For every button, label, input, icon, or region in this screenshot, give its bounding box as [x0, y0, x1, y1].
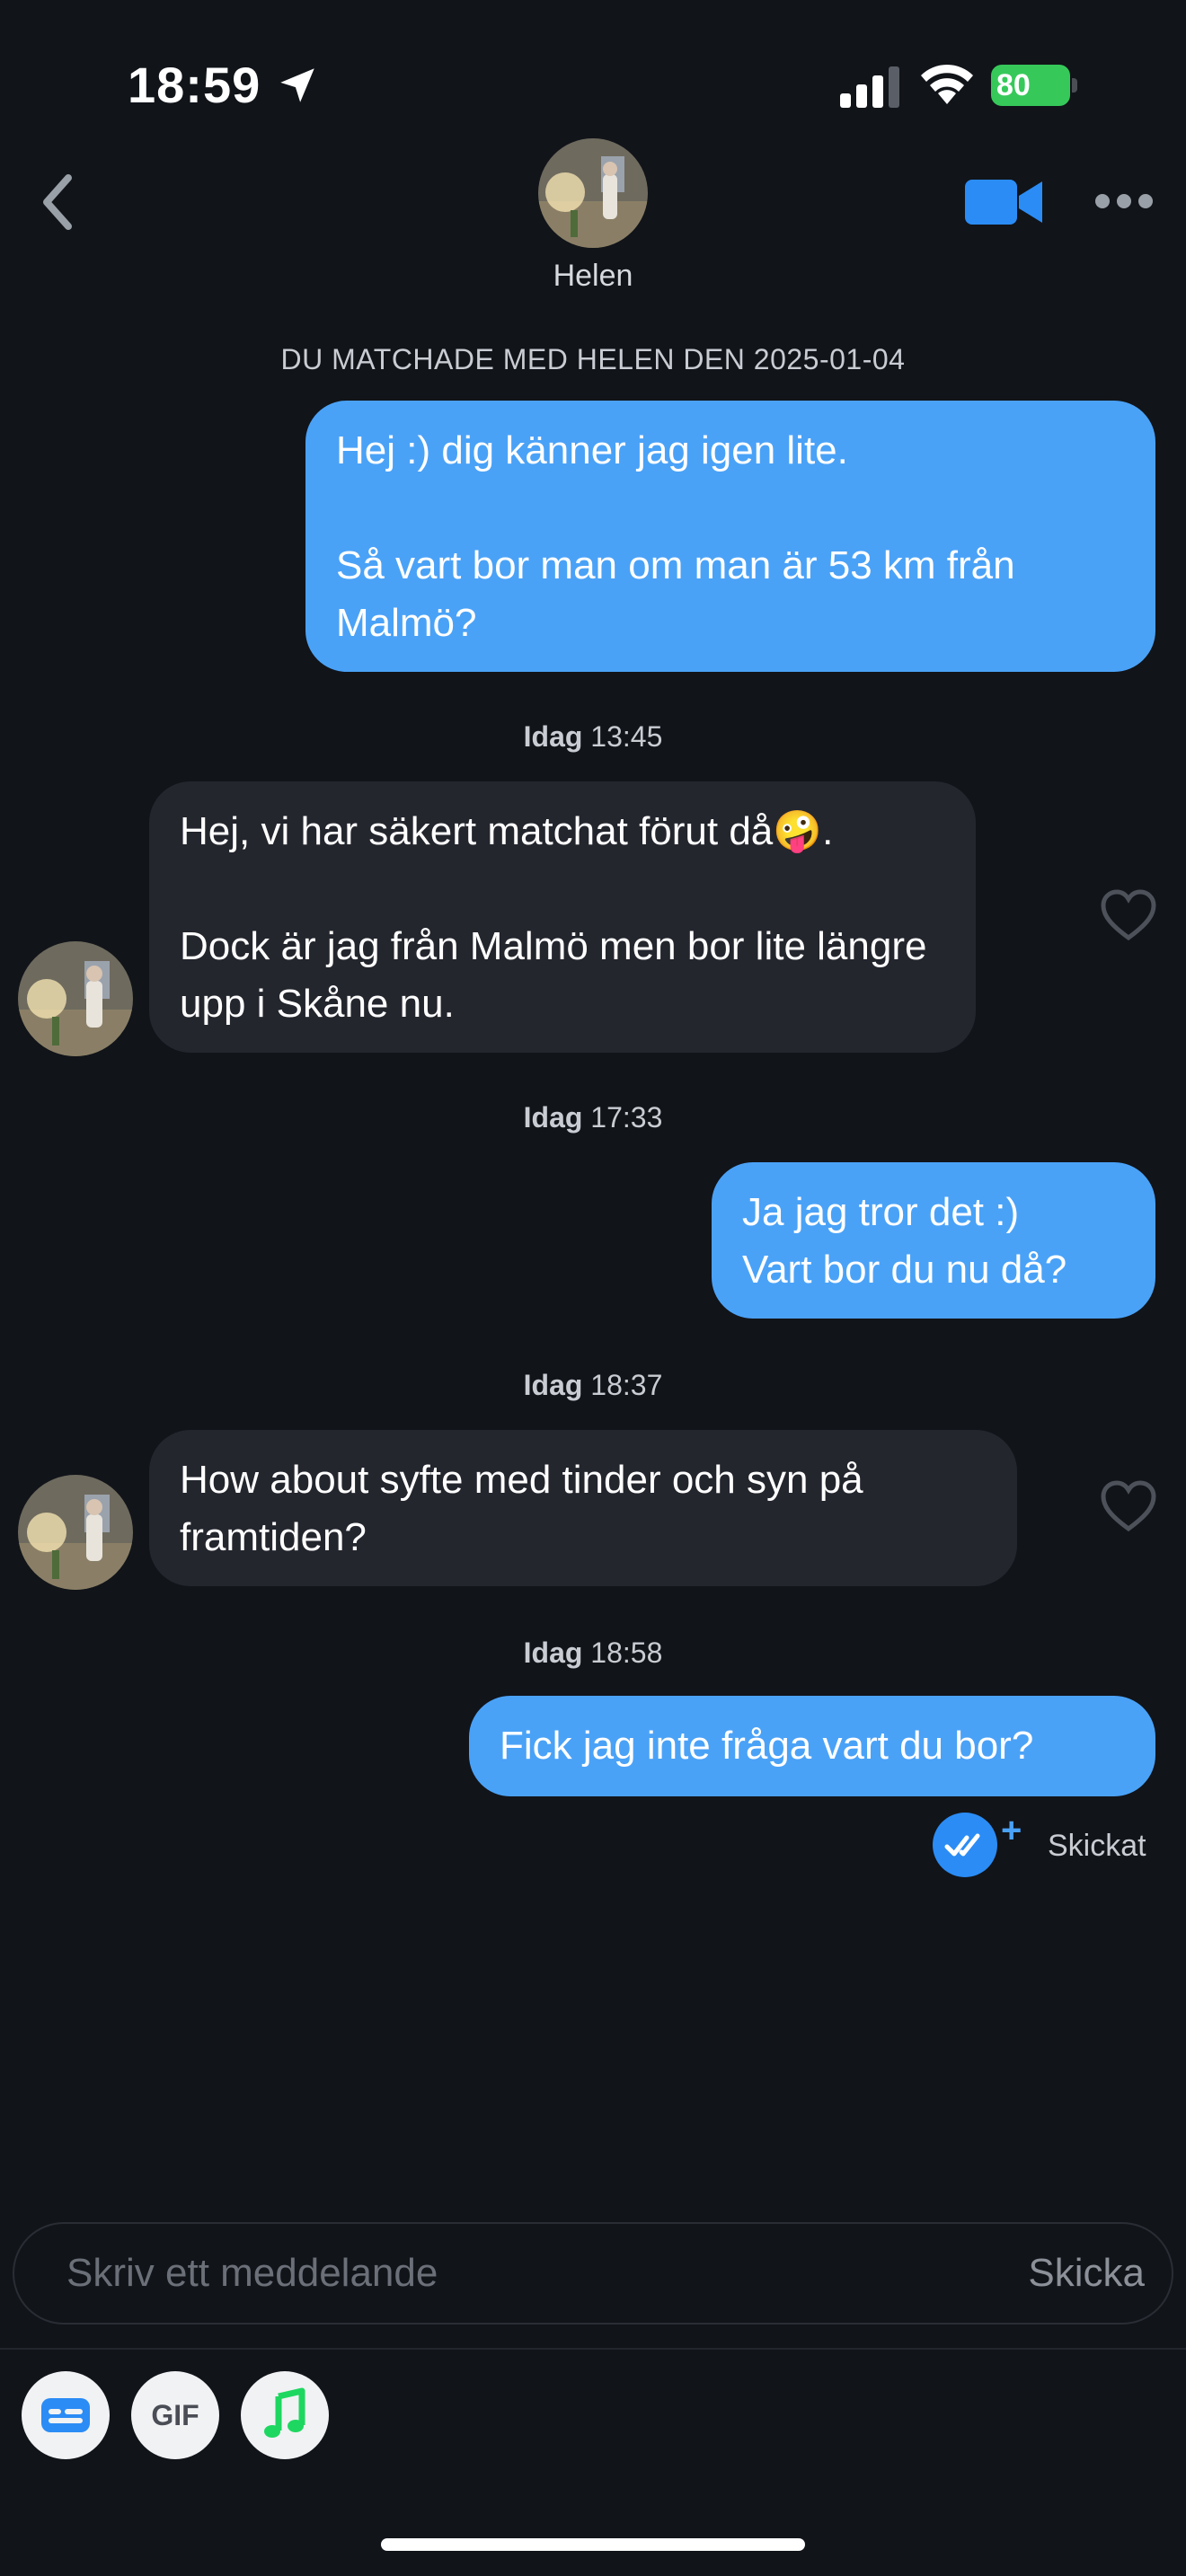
avatar-photo-icon [538, 138, 648, 248]
message-composer: Skicka [13, 2222, 1173, 2325]
match-name[interactable]: Helen [503, 259, 683, 294]
add-reaction-plus[interactable]: + [1001, 1811, 1022, 1851]
timestamp-time: 18:58 [590, 1636, 663, 1669]
cellular-signal-icon [840, 66, 899, 108]
message-incoming[interactable]: How about syfte med tinder och syn på fr… [149, 1430, 1017, 1586]
timestamp-day: Idag [523, 1369, 583, 1401]
wifi-icon [921, 64, 973, 104]
match-date-label: DU MATCHADE MED HELEN DEN 2025-01-04 [280, 343, 906, 375]
delivery-status: Skickat [1048, 1829, 1146, 1863]
timestamp: Idag 18:58 [0, 1636, 1186, 1670]
message-outgoing[interactable]: Ja jag tror det :) Vart bor du nu då? [712, 1162, 1155, 1319]
timestamp-time: 13:45 [590, 720, 663, 753]
card-button[interactable] [22, 2371, 110, 2459]
home-indicator[interactable] [381, 2538, 805, 2551]
music-note-icon [264, 2387, 305, 2438]
avatar-photo-icon [18, 941, 133, 1056]
message-incoming[interactable]: Hej, vi har säkert matchat förut då🤪. Do… [149, 781, 976, 1053]
like-heart-icon[interactable] [1100, 1480, 1157, 1532]
avatar-photo-icon [18, 1475, 133, 1590]
toolbar-divider [0, 2348, 1186, 2350]
status-time: 18:59 [128, 57, 261, 113]
timestamp: Idag 18:37 [0, 1369, 1186, 1402]
id-card-icon [41, 2398, 90, 2432]
timestamp-time: 18:37 [590, 1369, 663, 1401]
more-options-icon[interactable] [1094, 190, 1154, 212]
timestamp: Idag 13:45 [0, 720, 1186, 754]
timestamp-time: 17:33 [590, 1101, 663, 1134]
match-avatar[interactable] [538, 138, 648, 248]
battery-indicator: 80 [991, 65, 1077, 106]
location-arrow-icon [280, 68, 314, 102]
music-button[interactable] [241, 2371, 329, 2459]
message-outgoing[interactable]: Fick jag inte fråga vart du bor? [469, 1696, 1155, 1796]
sender-avatar[interactable] [18, 941, 133, 1056]
like-heart-icon[interactable] [1100, 889, 1157, 941]
read-receipt-icon [933, 1813, 997, 1877]
gif-label: GIF [151, 2399, 199, 2431]
timestamp-day: Idag [523, 1101, 583, 1134]
sender-avatar[interactable] [18, 1475, 133, 1590]
gif-button[interactable]: GIF [131, 2371, 219, 2459]
battery-cap [1072, 78, 1077, 93]
back-chevron-icon[interactable] [36, 171, 81, 234]
battery-level: 80 [991, 65, 1070, 106]
timestamp-day: Idag [523, 1636, 583, 1669]
message-outgoing[interactable]: Hej :) dig känner jag igen lite. Så vart… [305, 401, 1155, 672]
timestamp: Idag 17:33 [0, 1101, 1186, 1134]
timestamp-day: Idag [523, 720, 583, 753]
message-input[interactable] [66, 2224, 947, 2323]
send-button[interactable]: Skicka [1028, 2251, 1145, 2296]
video-call-icon[interactable] [963, 176, 1044, 228]
